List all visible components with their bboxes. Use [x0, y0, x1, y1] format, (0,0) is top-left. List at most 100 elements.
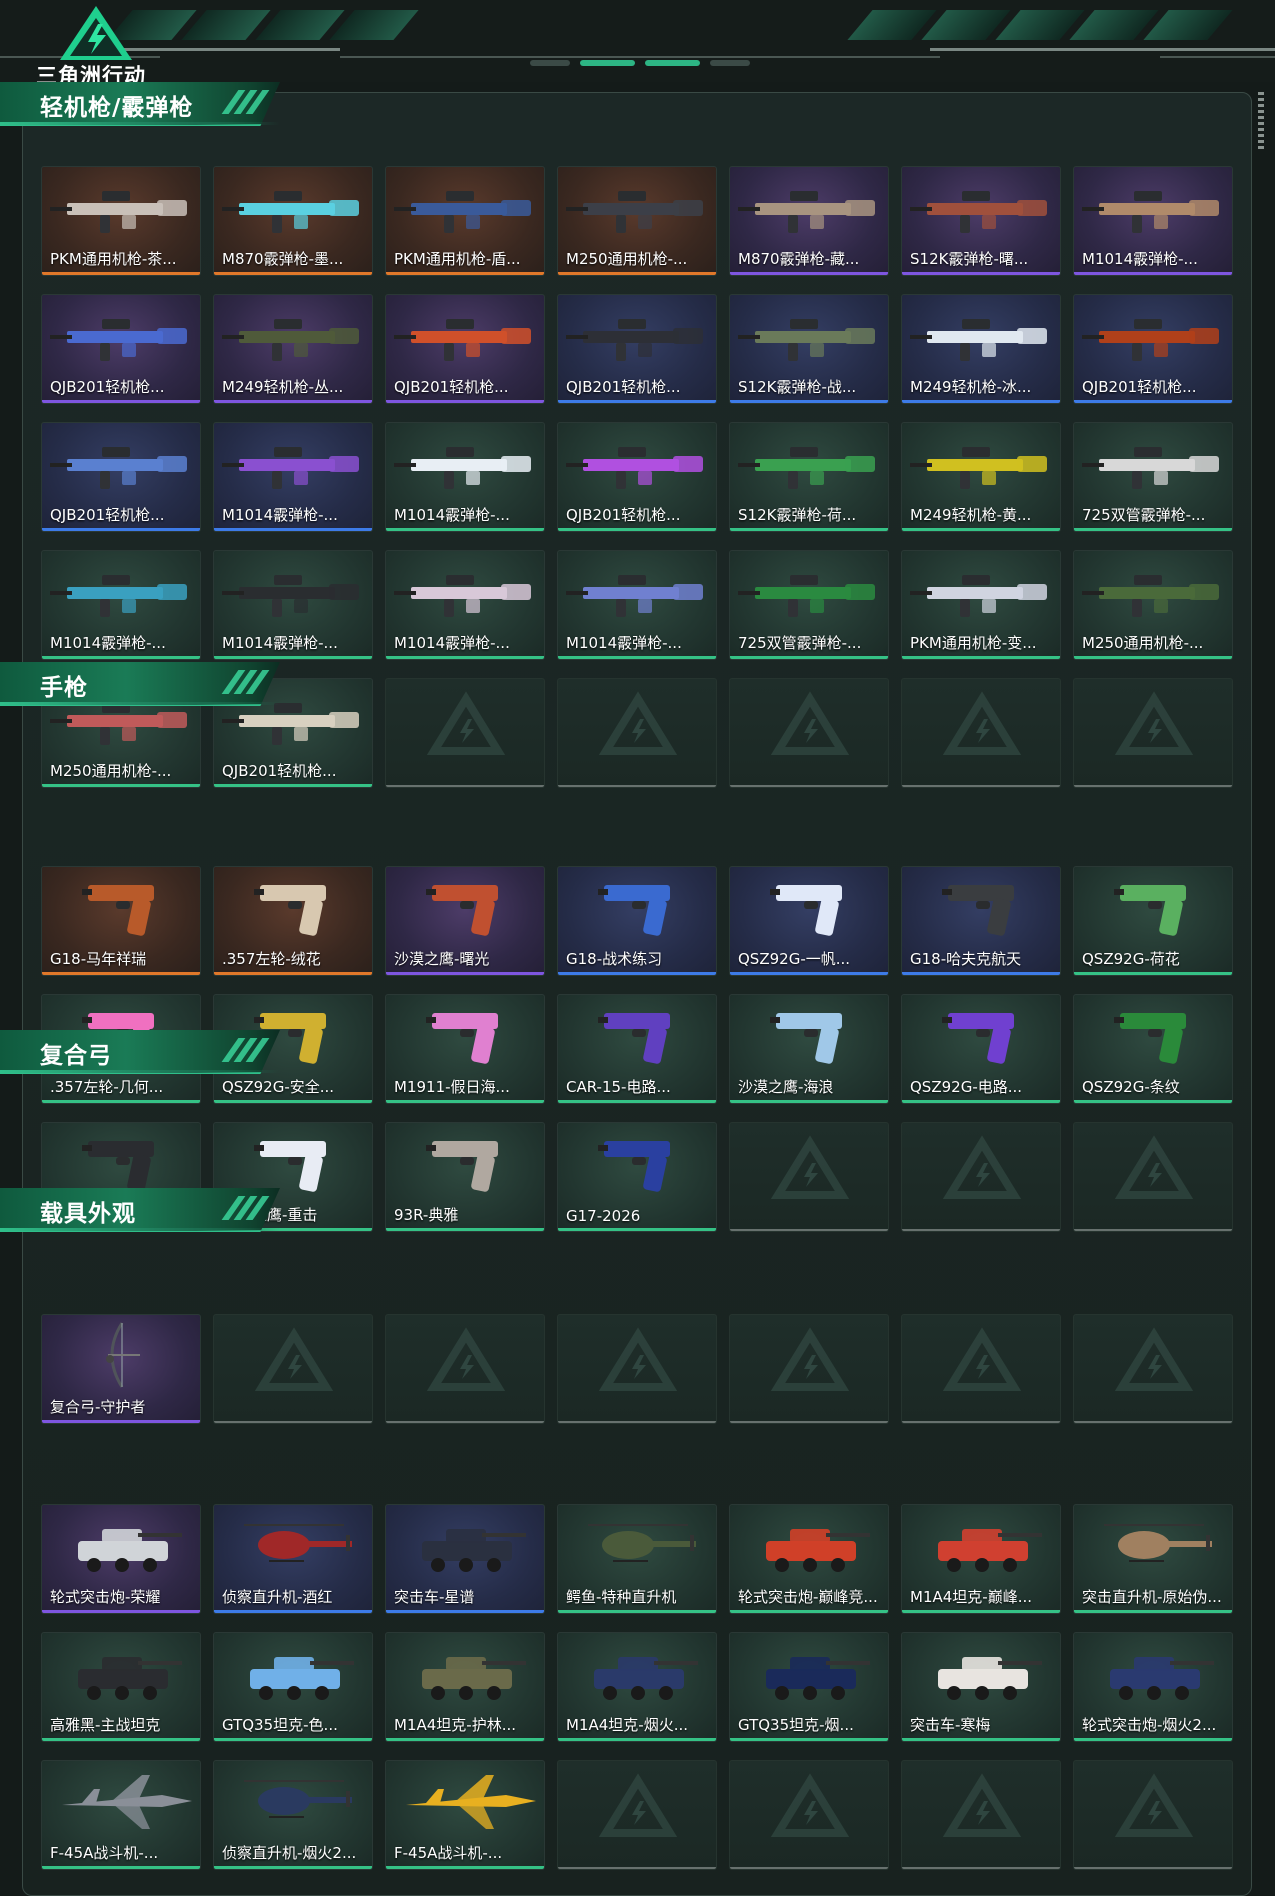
- empty-slot-bar: [1074, 1867, 1232, 1869]
- skin-card[interactable]: M1A4坦克-烟火...: [557, 1632, 717, 1742]
- skin-card[interactable]: QJB201轻机枪...: [41, 422, 201, 532]
- skin-card[interactable]: GTQ35坦克-烟...: [729, 1632, 889, 1742]
- header-stripes-left: [107, 10, 419, 40]
- empty-slot: [1073, 678, 1233, 788]
- skin-card[interactable]: PKM通用机枪-盾...: [385, 166, 545, 276]
- rarity-bar: [558, 1738, 716, 1741]
- skin-card[interactable]: QJB201轻机枪...: [385, 294, 545, 404]
- skin-card[interactable]: M870霰弹枪-藏...: [729, 166, 889, 276]
- rarity-bar: [1074, 1100, 1232, 1103]
- skin-card[interactable]: 鳄鱼-特种直升机: [557, 1504, 717, 1614]
- gun-skin-image: [50, 447, 187, 489]
- skin-card[interactable]: M250通用机枪-...: [1073, 550, 1233, 660]
- skin-card[interactable]: CAR-15-电路...: [557, 994, 717, 1104]
- rarity-bar: [386, 400, 544, 403]
- skin-card[interactable]: M249轻机枪-丛...: [213, 294, 373, 404]
- skin-card[interactable]: 高雅黑-主战坦克: [41, 1632, 201, 1742]
- empty-slot-delta-icon: [770, 1327, 850, 1391]
- skin-name: 沙漠之鹰-海浪: [738, 1078, 834, 1096]
- skin-card[interactable]: QJB201轻机枪...: [557, 422, 717, 532]
- skin-card[interactable]: 沙漠之鹰-海浪: [729, 994, 889, 1104]
- skin-name: M1014霰弹枪-...: [222, 634, 338, 652]
- skin-card[interactable]: M1014霰弹枪-...: [1073, 166, 1233, 276]
- skin-card[interactable]: 侦察直升机-酒红: [213, 1504, 373, 1614]
- skin-name: 93R-典雅: [394, 1206, 459, 1224]
- banner-underline: [0, 122, 280, 125]
- skin-card[interactable]: QJB201轻机枪...: [41, 294, 201, 404]
- skin-card[interactable]: 复合弓-守护者: [41, 1314, 201, 1424]
- skin-card[interactable]: G18-哈夫克航天: [901, 866, 1061, 976]
- empty-slot: [557, 678, 717, 788]
- skin-card[interactable]: S12K霰弹枪-荷...: [729, 422, 889, 532]
- empty-slot: [385, 1314, 545, 1424]
- skin-card[interactable]: M1014霰弹枪-...: [213, 550, 373, 660]
- vehicle-skin-image: [422, 1529, 526, 1572]
- skin-card[interactable]: GTQ35坦克-色...: [213, 1632, 373, 1742]
- skin-card[interactable]: M1014霰弹枪-...: [41, 550, 201, 660]
- skin-card[interactable]: QJB201轻机枪...: [557, 294, 717, 404]
- skin-card[interactable]: 突击直升机-原始伪...: [1073, 1504, 1233, 1614]
- skin-name: F-45A战斗机-...: [50, 1844, 159, 1862]
- skin-card[interactable]: M249轻机枪-冰...: [901, 294, 1061, 404]
- pistol-skin-image: [426, 1013, 498, 1064]
- banner-underline: [0, 1228, 280, 1231]
- rarity-bar: [386, 1738, 544, 1741]
- skin-card[interactable]: QJB201轻机枪...: [1073, 294, 1233, 404]
- empty-slot: [901, 1122, 1061, 1232]
- skin-card[interactable]: M1A4坦克-护林...: [385, 1632, 545, 1742]
- empty-slot-bar: [902, 1867, 1060, 1869]
- gun-skin-image: [910, 447, 1047, 489]
- header-indicator: [710, 60, 750, 66]
- rarity-bar: [558, 272, 716, 275]
- vehicle-skin-image: [1110, 1657, 1214, 1700]
- skin-card[interactable]: M1014霰弹枪-...: [557, 550, 717, 660]
- skin-card[interactable]: 725双管霰弹枪-...: [729, 550, 889, 660]
- skin-card[interactable]: S12K霰弹枪-曙...: [901, 166, 1061, 276]
- skin-card[interactable]: 侦察直升机-烟火2...: [213, 1760, 373, 1870]
- empty-slot-bar: [730, 785, 888, 787]
- skin-card[interactable]: 93R-典雅: [385, 1122, 545, 1232]
- rarity-bar: [42, 272, 200, 275]
- skin-card[interactable]: 轮式突击炮-烟火2...: [1073, 1632, 1233, 1742]
- skin-card[interactable]: F-45A战斗机-...: [385, 1760, 545, 1870]
- skin-name: 鳄鱼-特种直升机: [566, 1588, 677, 1606]
- skin-card[interactable]: 突击车-寒梅: [901, 1632, 1061, 1742]
- skin-card[interactable]: 轮式突击炮-荣耀: [41, 1504, 201, 1614]
- top-header: 三角洲行动: [0, 0, 1275, 88]
- skin-card[interactable]: M1014霰弹枪-...: [385, 422, 545, 532]
- skin-card[interactable]: PKM通用机枪-茶...: [41, 166, 201, 276]
- skin-card[interactable]: QSZ92G-荷花: [1073, 866, 1233, 976]
- skin-name: M1014霰弹枪-...: [394, 634, 510, 652]
- skin-card[interactable]: QSZ92G-电路...: [901, 994, 1061, 1104]
- skin-card[interactable]: G18-马年祥瑞: [41, 866, 201, 976]
- skin-card[interactable]: F-45A战斗机-...: [41, 1760, 201, 1870]
- skin-card[interactable]: M249轻机枪-黄...: [901, 422, 1061, 532]
- skin-card[interactable]: M1911-假日海...: [385, 994, 545, 1104]
- skin-card[interactable]: M870霰弹枪-墨...: [213, 166, 373, 276]
- skin-card[interactable]: 轮式突击炮-巅峰竞...: [729, 1504, 889, 1614]
- vehicle-skin-image: [938, 1657, 1042, 1700]
- skin-card[interactable]: .357左轮-绒花: [213, 866, 373, 976]
- skin-name: PKM通用机枪-盾...: [394, 250, 521, 268]
- skin-card[interactable]: M250通用机枪-...: [557, 166, 717, 276]
- pistol-skin-image: [598, 885, 670, 936]
- empty-slot-bar: [386, 1421, 544, 1423]
- skin-card[interactable]: PKM通用机枪-变...: [901, 550, 1061, 660]
- skin-card[interactable]: 沙漠之鹰-曙光: [385, 866, 545, 976]
- skin-card[interactable]: QSZ92G-一帆...: [729, 866, 889, 976]
- skin-name: GTQ35坦克-烟...: [738, 1716, 854, 1734]
- skin-name: M1014霰弹枪-...: [394, 506, 510, 524]
- skin-card[interactable]: M1014霰弹枪-...: [385, 550, 545, 660]
- skin-card[interactable]: 725双管霰弹枪-...: [1073, 422, 1233, 532]
- skin-card[interactable]: G18-战术练习: [557, 866, 717, 976]
- skin-card[interactable]: QSZ92G-条纹: [1073, 994, 1233, 1104]
- gun-skin-image: [1082, 319, 1219, 361]
- skin-card[interactable]: S12K霰弹枪-战...: [729, 294, 889, 404]
- skin-name: S12K霰弹枪-战...: [738, 378, 857, 396]
- skin-card[interactable]: G17-2026: [557, 1122, 717, 1232]
- rarity-bar: [42, 1100, 200, 1103]
- skin-card[interactable]: M1014霰弹枪-...: [213, 422, 373, 532]
- scrollbar[interactable]: [1258, 92, 1264, 152]
- skin-card[interactable]: M1A4坦克-巅峰...: [901, 1504, 1061, 1614]
- skin-card[interactable]: 突击车-星谱: [385, 1504, 545, 1614]
